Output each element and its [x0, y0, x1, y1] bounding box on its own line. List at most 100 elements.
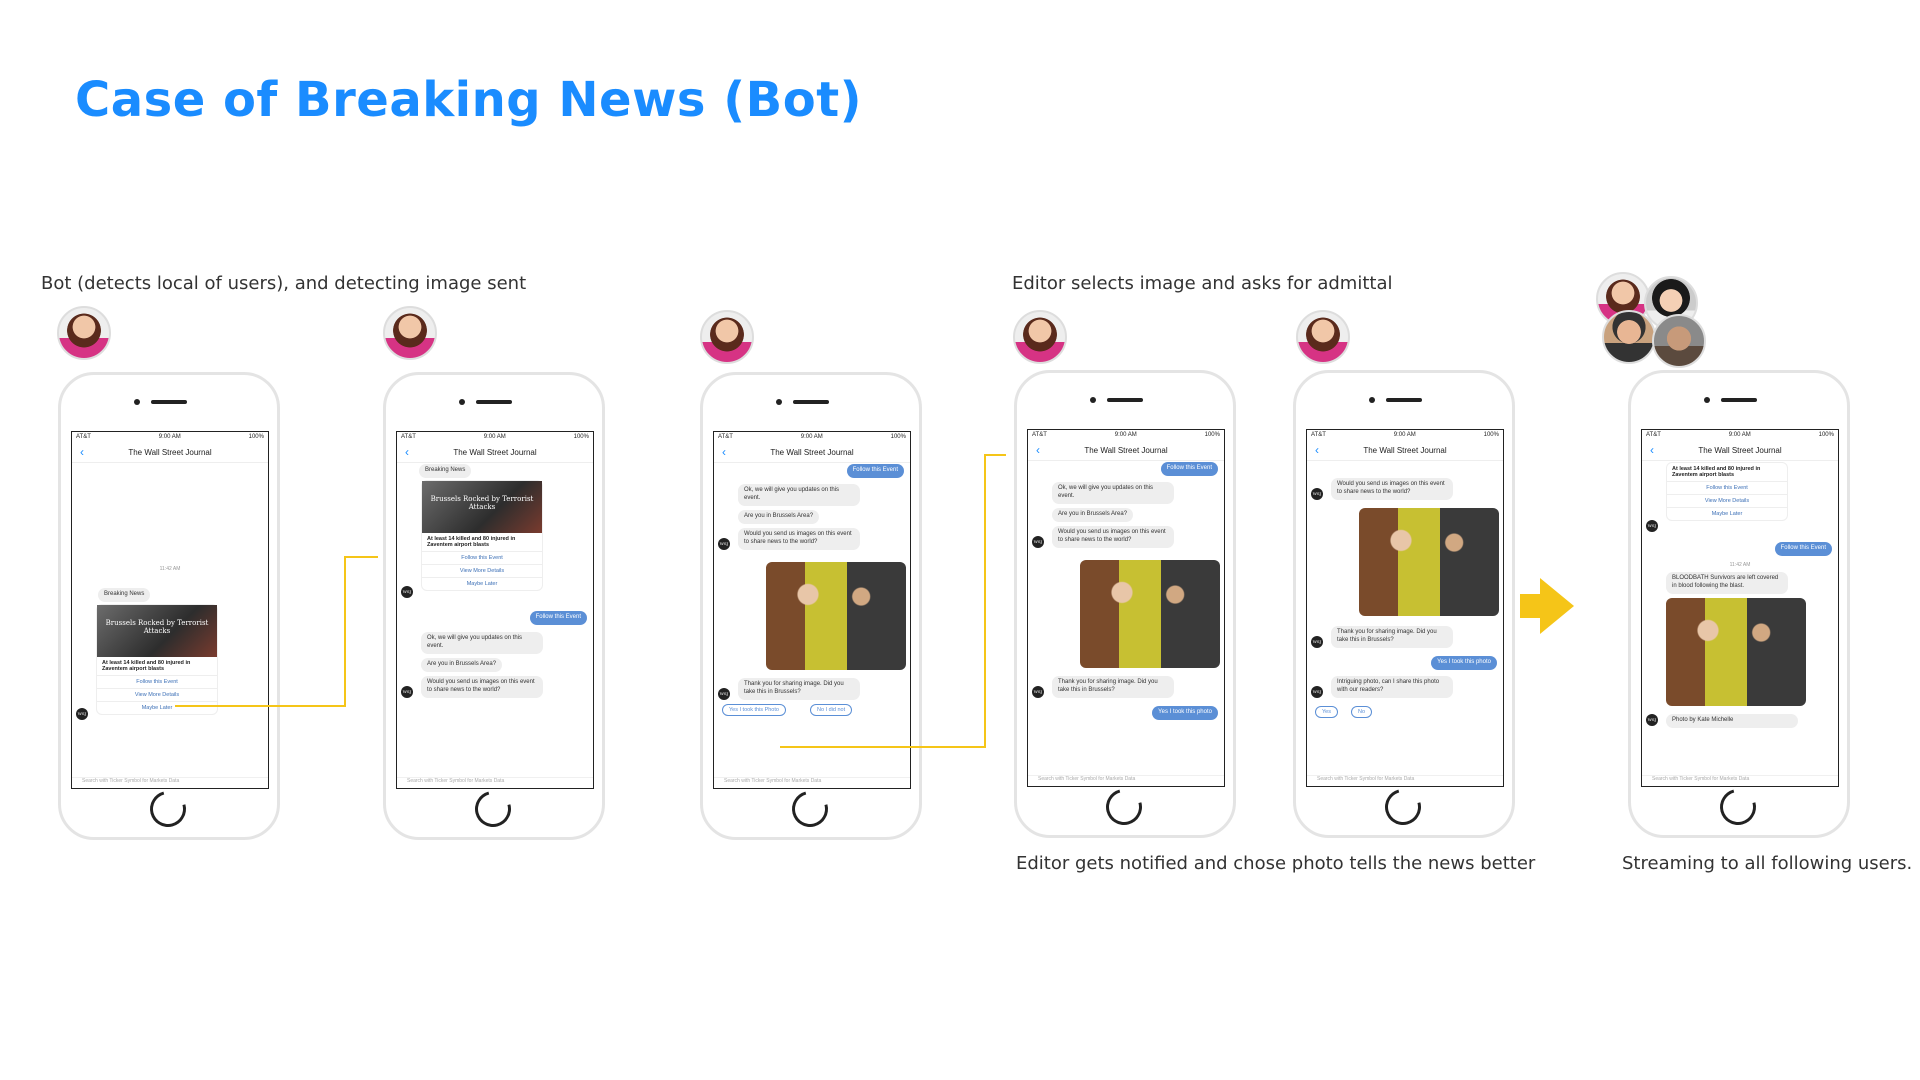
home-button[interactable] [1713, 782, 1763, 832]
caption-bot-detect: Bot (detects local of users), and detect… [41, 273, 527, 294]
user-photo [1080, 560, 1220, 668]
flow-connector [780, 746, 985, 748]
message-bubble: Intriguing photo, can I share this photo… [1331, 676, 1453, 698]
home-button[interactable] [468, 784, 518, 834]
back-chevron-icon[interactable]: ‹ [1315, 443, 1319, 457]
yes-button[interactable]: Yes [1315, 706, 1338, 718]
view-details-button[interactable]: View More Details [97, 688, 217, 701]
user-avatar [700, 310, 754, 364]
message-bubble: Thank you for sharing image. Did you tak… [1331, 626, 1453, 648]
back-chevron-icon[interactable]: ‹ [80, 445, 84, 459]
user-avatar [1652, 314, 1706, 368]
bot-avatar: WSJ [718, 538, 730, 550]
no-button[interactable]: No [1351, 706, 1373, 718]
home-button[interactable] [1378, 782, 1428, 832]
user-avatar [57, 306, 111, 360]
user-photo [1359, 508, 1499, 616]
chat-title[interactable]: The Wall Street Journal [453, 448, 536, 457]
time-label: 9:00 AM [1114, 432, 1137, 438]
home-button[interactable] [785, 784, 835, 834]
chat-header: ‹ The Wall Street Journal [714, 442, 910, 463]
phone-screen: AT&T 9:00 AM 100% ‹ The Wall Street Journal… [1306, 429, 1504, 787]
maybe-later-button[interactable]: Maybe Later [1667, 507, 1787, 520]
search-input[interactable]: Search with Ticker Symbol for Markets Da… [1028, 775, 1224, 786]
carrier-label: AT&T [1646, 432, 1661, 438]
flow-connector [344, 556, 378, 558]
speaker-icon [1386, 398, 1422, 402]
chat-area: Breaking News Brussels Rocked by Terrori… [397, 464, 593, 778]
user-photo [766, 562, 906, 670]
search-input[interactable]: Search with Ticker Symbol for Markets Da… [1642, 775, 1838, 786]
message-bubble: Would you send us images on this event t… [1331, 478, 1453, 500]
back-chevron-icon[interactable]: ‹ [722, 445, 726, 459]
user-avatar [383, 306, 437, 360]
camera-icon [1090, 397, 1096, 403]
carrier-label: AT&T [1311, 432, 1326, 438]
message-bubble: Would you send us images on this event t… [421, 676, 543, 698]
view-details-button[interactable]: View More Details [1667, 494, 1787, 507]
chat-title[interactable]: The Wall Street Journal [1698, 446, 1781, 455]
message-bubble: Breaking News [419, 464, 472, 478]
message-bubble: Would you send us images on this event t… [1052, 526, 1174, 548]
back-chevron-icon[interactable]: ‹ [405, 445, 409, 459]
status-bar: AT&T 9:00 AM 100% [1028, 430, 1224, 440]
chat-title[interactable]: The Wall Street Journal [1084, 446, 1167, 455]
message-bubble: Ok, we will give you updates on this eve… [1052, 482, 1174, 504]
search-input[interactable]: Search with Ticker Symbol for Markets Da… [714, 777, 910, 788]
status-bar: AT&T 9:00 AM 100% [72, 432, 268, 442]
phone-mockup-2: AT&T 9:00 AM 100% ‹ The Wall Street Journal… [383, 372, 605, 840]
maybe-later-button[interactable]: Maybe Later [422, 577, 542, 590]
message-bubble: Ok, we will give you updates on this eve… [421, 632, 543, 654]
bot-avatar: WSJ [1032, 686, 1044, 698]
search-input[interactable]: Search with Ticker Symbol for Markets Da… [72, 777, 268, 788]
follow-event-button[interactable]: Follow this Event [1667, 481, 1787, 494]
battery-label: 100% [573, 434, 589, 440]
phone-mockup-5: AT&T 9:00 AM 100% ‹ The Wall Street Journal… [1293, 370, 1515, 838]
message-bubble: Photo by Kate Michelle [1666, 714, 1798, 728]
follow-event-reply: Follow this Event [1160, 462, 1218, 476]
back-chevron-icon[interactable]: ‹ [1650, 443, 1654, 457]
chat-header: ‹ The Wall Street Journal [1028, 440, 1224, 461]
phone-screen: AT&T 9:00 AM 100% ‹ The Wall Street Journal… [713, 431, 911, 789]
back-chevron-icon[interactable]: ‹ [1036, 443, 1040, 457]
phone-screen: AT&T 9:00 AM 100% ‹ The Wall Street Journal… [71, 431, 269, 789]
news-card: Brussels Rocked by Terrorist Attacks At … [96, 604, 218, 715]
speaker-icon [476, 400, 512, 404]
bot-avatar: WSJ [718, 688, 730, 700]
home-button[interactable] [1099, 782, 1149, 832]
carrier-label: AT&T [1032, 432, 1047, 438]
timestamp: 11:42 AM [159, 566, 181, 572]
chat-area: Follow this Event Ok, we will give you u… [714, 464, 910, 778]
home-button[interactable] [143, 784, 193, 834]
follow-event-button[interactable]: Follow this Event [97, 675, 217, 688]
phone-screen: AT&T 9:00 AM 100% ‹ The Wall Street Journal… [1027, 429, 1225, 787]
camera-icon [134, 399, 140, 405]
yes-took-photo-button[interactable]: Yes I took this Photo [722, 704, 786, 716]
time-label: 9:00 AM [1393, 432, 1416, 438]
chat-title[interactable]: The Wall Street Journal [128, 448, 211, 457]
search-input[interactable]: Search with Ticker Symbol for Markets Da… [397, 777, 593, 788]
time-label: 9:00 AM [1728, 432, 1751, 438]
battery-label: 100% [1818, 432, 1834, 438]
battery-label: 100% [1483, 432, 1499, 438]
camera-icon [459, 399, 465, 405]
news-card: At least 14 killed and 80 injured in Zav… [1666, 462, 1788, 521]
flow-connector [984, 454, 1006, 456]
chat-title[interactable]: The Wall Street Journal [770, 448, 853, 457]
yes-took-photo-reply: Yes I took this photo [1152, 706, 1218, 720]
message-bubble: Are you in Brussels Area? [421, 658, 503, 672]
speaker-icon [793, 400, 829, 404]
no-did-not-button[interactable]: No I did not [810, 704, 853, 716]
bot-avatar: WSJ [1311, 636, 1323, 648]
news-headline: At least 14 killed and 80 injured in Zav… [427, 536, 516, 548]
search-input[interactable]: Search with Ticker Symbol for Markets Da… [1307, 775, 1503, 786]
maybe-later-button[interactable]: Maybe Later [97, 701, 217, 714]
view-details-button[interactable]: View More Details [422, 564, 542, 577]
chat-area: At least 14 killed and 80 injured in Zav… [1642, 462, 1838, 776]
chat-title[interactable]: The Wall Street Journal [1363, 446, 1446, 455]
follow-event-button[interactable]: Follow this Event [422, 551, 542, 564]
user-avatar [1602, 310, 1656, 364]
message-bubble: BLOODBATH Survivors are left covered in … [1666, 572, 1788, 594]
user-avatar [1296, 310, 1350, 364]
status-bar: AT&T 9:00 AM 100% [1307, 430, 1503, 440]
